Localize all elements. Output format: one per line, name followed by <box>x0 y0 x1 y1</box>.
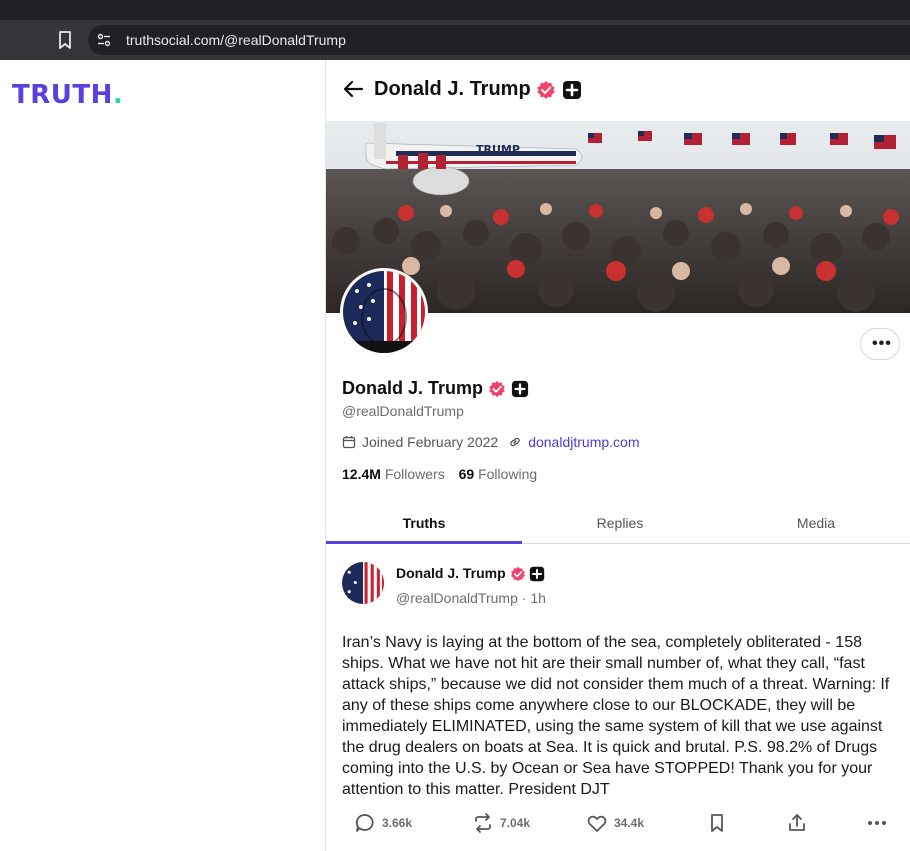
post-body: Iran’s Navy is laying at the bottom of t… <box>342 634 890 798</box>
post-separator: · <box>521 590 527 606</box>
profile-name: Donald J. Trump <box>342 378 529 399</box>
following-label: Following <box>478 466 538 482</box>
share-icon <box>789 814 805 831</box>
site-settings-icon[interactable] <box>96 32 112 48</box>
profile-handle: @realDonaldTrump <box>342 403 464 419</box>
following-count: 69 <box>458 466 475 482</box>
save-icon <box>711 814 723 832</box>
svg-text:TRUMP: TRUMP <box>476 143 520 156</box>
more-options-button[interactable]: ••• <box>860 328 900 360</box>
verified-badge-icon <box>537 80 555 99</box>
reply-icon <box>355 814 374 832</box>
header-name-text: Donald J. Trump <box>374 78 531 100</box>
post-handle[interactable]: @realDonaldTrump <box>396 590 518 606</box>
bookmark-icon[interactable] <box>56 30 74 50</box>
address-bar[interactable]: truthsocial.com/@realDonaldTrump <box>88 25 910 55</box>
profile-name-text: Donald J. Trump <box>342 378 484 398</box>
url-text[interactable]: truthsocial.com/@realDonaldTrump <box>126 32 346 48</box>
profile-tabs: Truths Replies Media <box>326 506 910 544</box>
verified-badge-icon <box>489 381 505 398</box>
save-button[interactable] <box>706 812 734 834</box>
reply-count: 3.66k <box>382 816 413 830</box>
plus-badge-icon <box>511 381 529 398</box>
tab-replies[interactable]: Replies <box>522 506 718 544</box>
following-link[interactable]: 69 Following <box>459 466 538 482</box>
tab-truths[interactable]: Truths <box>326 506 522 544</box>
like-count: 34.4k <box>614 816 645 830</box>
back-arrow-icon[interactable] <box>342 78 364 100</box>
browser-tab-strip <box>0 0 910 20</box>
profile-avatar[interactable] <box>340 268 428 356</box>
avatar-image <box>343 271 425 353</box>
reply-button[interactable]: 3.66k <box>354 812 412 834</box>
post-author[interactable]: Donald J. Trump <box>396 565 545 582</box>
retruth-icon <box>475 813 491 833</box>
like-button[interactable]: 34.4k <box>586 812 644 834</box>
more-icon <box>868 821 886 825</box>
tab-media[interactable]: Media <box>718 506 910 544</box>
browser-toolbar: truthsocial.com/@realDonaldTrump <box>0 20 910 60</box>
calendar-icon <box>342 436 356 449</box>
post-time[interactable]: 1h <box>530 590 546 606</box>
joined-date: Joined February 2022 <box>362 434 499 450</box>
truth-logo[interactable]: TRUTH. <box>12 80 123 110</box>
followers-link[interactable]: 12.4M Followers <box>342 466 445 482</box>
retruth-count: 7.04k <box>500 816 531 830</box>
website-link[interactable]: donaldjtrump.com <box>528 434 639 450</box>
like-icon <box>587 815 607 832</box>
profile-meta: Joined February 2022 donaldjtrump.com <box>342 434 639 450</box>
post-more-button[interactable] <box>866 812 894 834</box>
truth-post[interactable]: Donald J. Trump @realDonaldTrump · 1h Ir… <box>326 544 910 851</box>
header-title: Donald J. Trump <box>374 78 582 101</box>
post-meta: @realDonaldTrump · 1h <box>396 590 546 606</box>
post-actions: 3.66k 7.04k 34.4k <box>326 812 910 838</box>
link-icon <box>510 437 520 447</box>
plus-badge-icon <box>530 567 545 582</box>
follow-stats: 12.4M Followers 69 Following <box>342 466 537 482</box>
left-sidebar: TRUTH. <box>0 60 326 851</box>
plus-badge-icon <box>562 80 581 99</box>
more-icon: ••• <box>872 335 892 352</box>
profile-column: Donald J. Trump TRUMP ••• Donald J. Trum… <box>326 60 910 851</box>
verified-badge-icon <box>510 567 525 582</box>
logo-dot: . <box>112 80 124 110</box>
profile-header: Donald J. Trump <box>326 60 910 121</box>
logo-text: TRUTH <box>12 80 113 110</box>
followers-count: 12.4M <box>342 466 381 482</box>
post-author-name: Donald J. Trump <box>396 565 506 581</box>
retruth-button[interactable]: 7.04k <box>472 812 530 834</box>
post-avatar-image <box>342 562 384 604</box>
post-avatar[interactable] <box>342 562 384 604</box>
share-button[interactable] <box>786 812 814 834</box>
followers-label: Followers <box>384 466 445 482</box>
